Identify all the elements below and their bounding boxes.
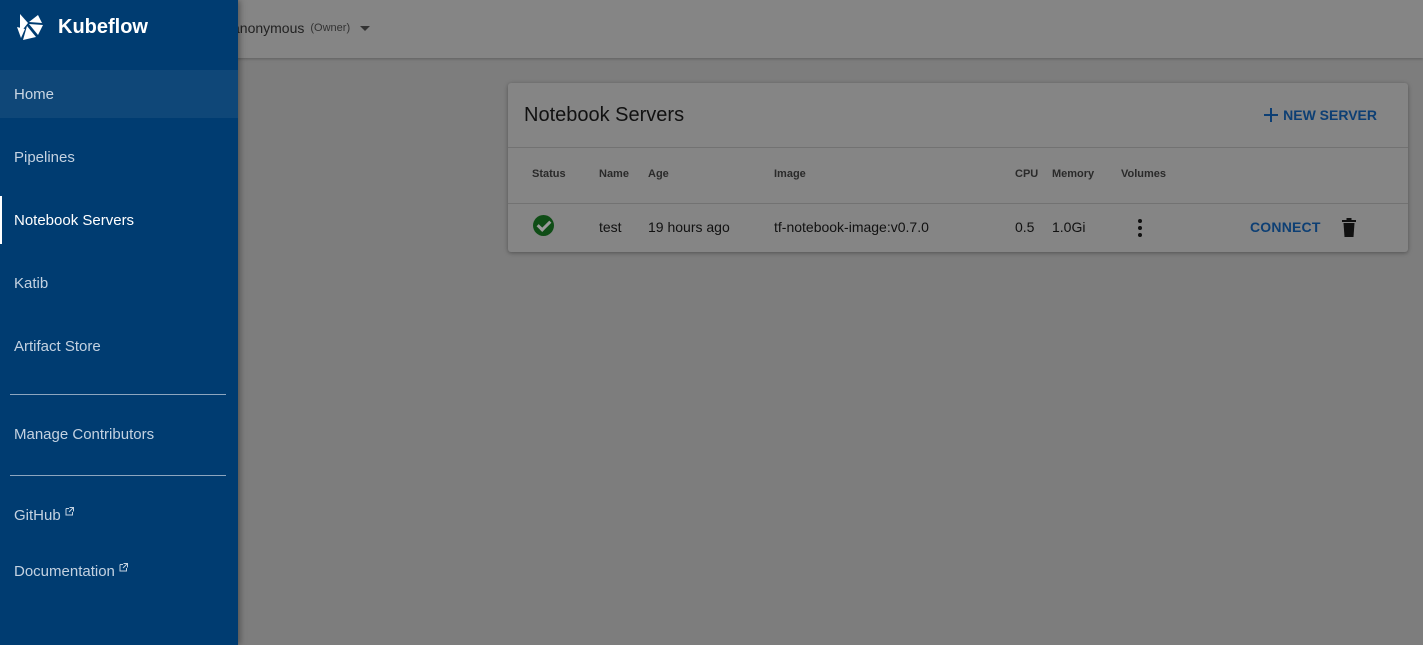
column-header-cpu: CPU xyxy=(1015,168,1039,180)
sidebar-item-notebook-servers[interactable]: Notebook Servers xyxy=(0,196,238,244)
sidebar-item-label: Manage Contributors xyxy=(14,425,155,443)
more-vert-icon[interactable] xyxy=(1137,219,1143,237)
sidebar-item-label: Home xyxy=(14,85,55,103)
sidebar-item-label: Notebook Servers xyxy=(14,211,135,229)
sidebar-item-label: Documentation xyxy=(14,562,115,580)
app-root: anonymous (Owner) Notebook Servers NEW S… xyxy=(0,0,1423,645)
sidebar-link-github[interactable]: GitHub xyxy=(0,491,238,539)
namespace-name: anonymous xyxy=(232,20,305,36)
cell-name: test xyxy=(599,219,622,235)
sidebar-link-documentation[interactable]: Documentation xyxy=(0,547,238,595)
column-header-memory: Memory xyxy=(1052,168,1095,180)
chevron-down-icon xyxy=(360,25,371,31)
sidebar-item-katib[interactable]: Katib xyxy=(0,259,238,307)
sidebar-divider xyxy=(10,394,226,395)
notebook-servers-card: Notebook Servers NEW SERVER Status Name … xyxy=(508,83,1408,252)
sidebar-item-home[interactable]: Home xyxy=(0,70,238,118)
external-link-icon xyxy=(119,562,128,571)
column-header-name: Name xyxy=(599,168,629,180)
sidebar-item-label: Pipelines xyxy=(14,148,75,166)
divider xyxy=(508,203,1408,204)
cell-cpu: 0.5 xyxy=(1015,219,1035,235)
cell-image: tf-notebook-image:v0.7.0 xyxy=(774,219,929,235)
divider xyxy=(508,147,1408,148)
cell-memory: 1.0Gi xyxy=(1052,219,1086,235)
kubeflow-logo-icon xyxy=(17,14,43,40)
namespace-role: (Owner) xyxy=(310,22,351,34)
page-title: Notebook Servers xyxy=(524,104,685,126)
sidebar-divider xyxy=(10,475,226,476)
new-server-button[interactable]: NEW SERVER xyxy=(1264,104,1377,126)
column-header-status: Status xyxy=(532,168,566,180)
sidebar-item-pipelines[interactable]: Pipelines xyxy=(0,133,238,181)
column-header-image: Image xyxy=(774,168,806,180)
sidebar-item-manage-contributors[interactable]: Manage Contributors xyxy=(0,410,238,458)
delete-icon[interactable] xyxy=(1342,218,1356,237)
column-header-volumes: Volumes xyxy=(1121,168,1167,180)
new-server-label: NEW SERVER xyxy=(1283,107,1377,123)
connect-button[interactable]: CONNECT xyxy=(1250,219,1321,235)
sidebar: Kubeflow Home Pipelines Notebook Servers… xyxy=(0,0,238,645)
brand-name: Kubeflow xyxy=(58,15,148,38)
column-header-age: Age xyxy=(648,168,669,180)
brand[interactable]: Kubeflow xyxy=(14,11,148,43)
check-circle-icon xyxy=(533,215,554,236)
namespace-selector[interactable]: anonymous (Owner) xyxy=(232,19,371,37)
sidebar-item-label: GitHub xyxy=(14,506,61,524)
external-link-icon xyxy=(65,506,74,515)
plus-icon xyxy=(1264,108,1279,122)
cell-age: 19 hours ago xyxy=(648,219,730,235)
sidebar-item-artifact-store[interactable]: Artifact Store xyxy=(0,322,238,370)
sidebar-item-label: Artifact Store xyxy=(14,337,101,355)
sidebar-item-label: Katib xyxy=(14,274,49,292)
